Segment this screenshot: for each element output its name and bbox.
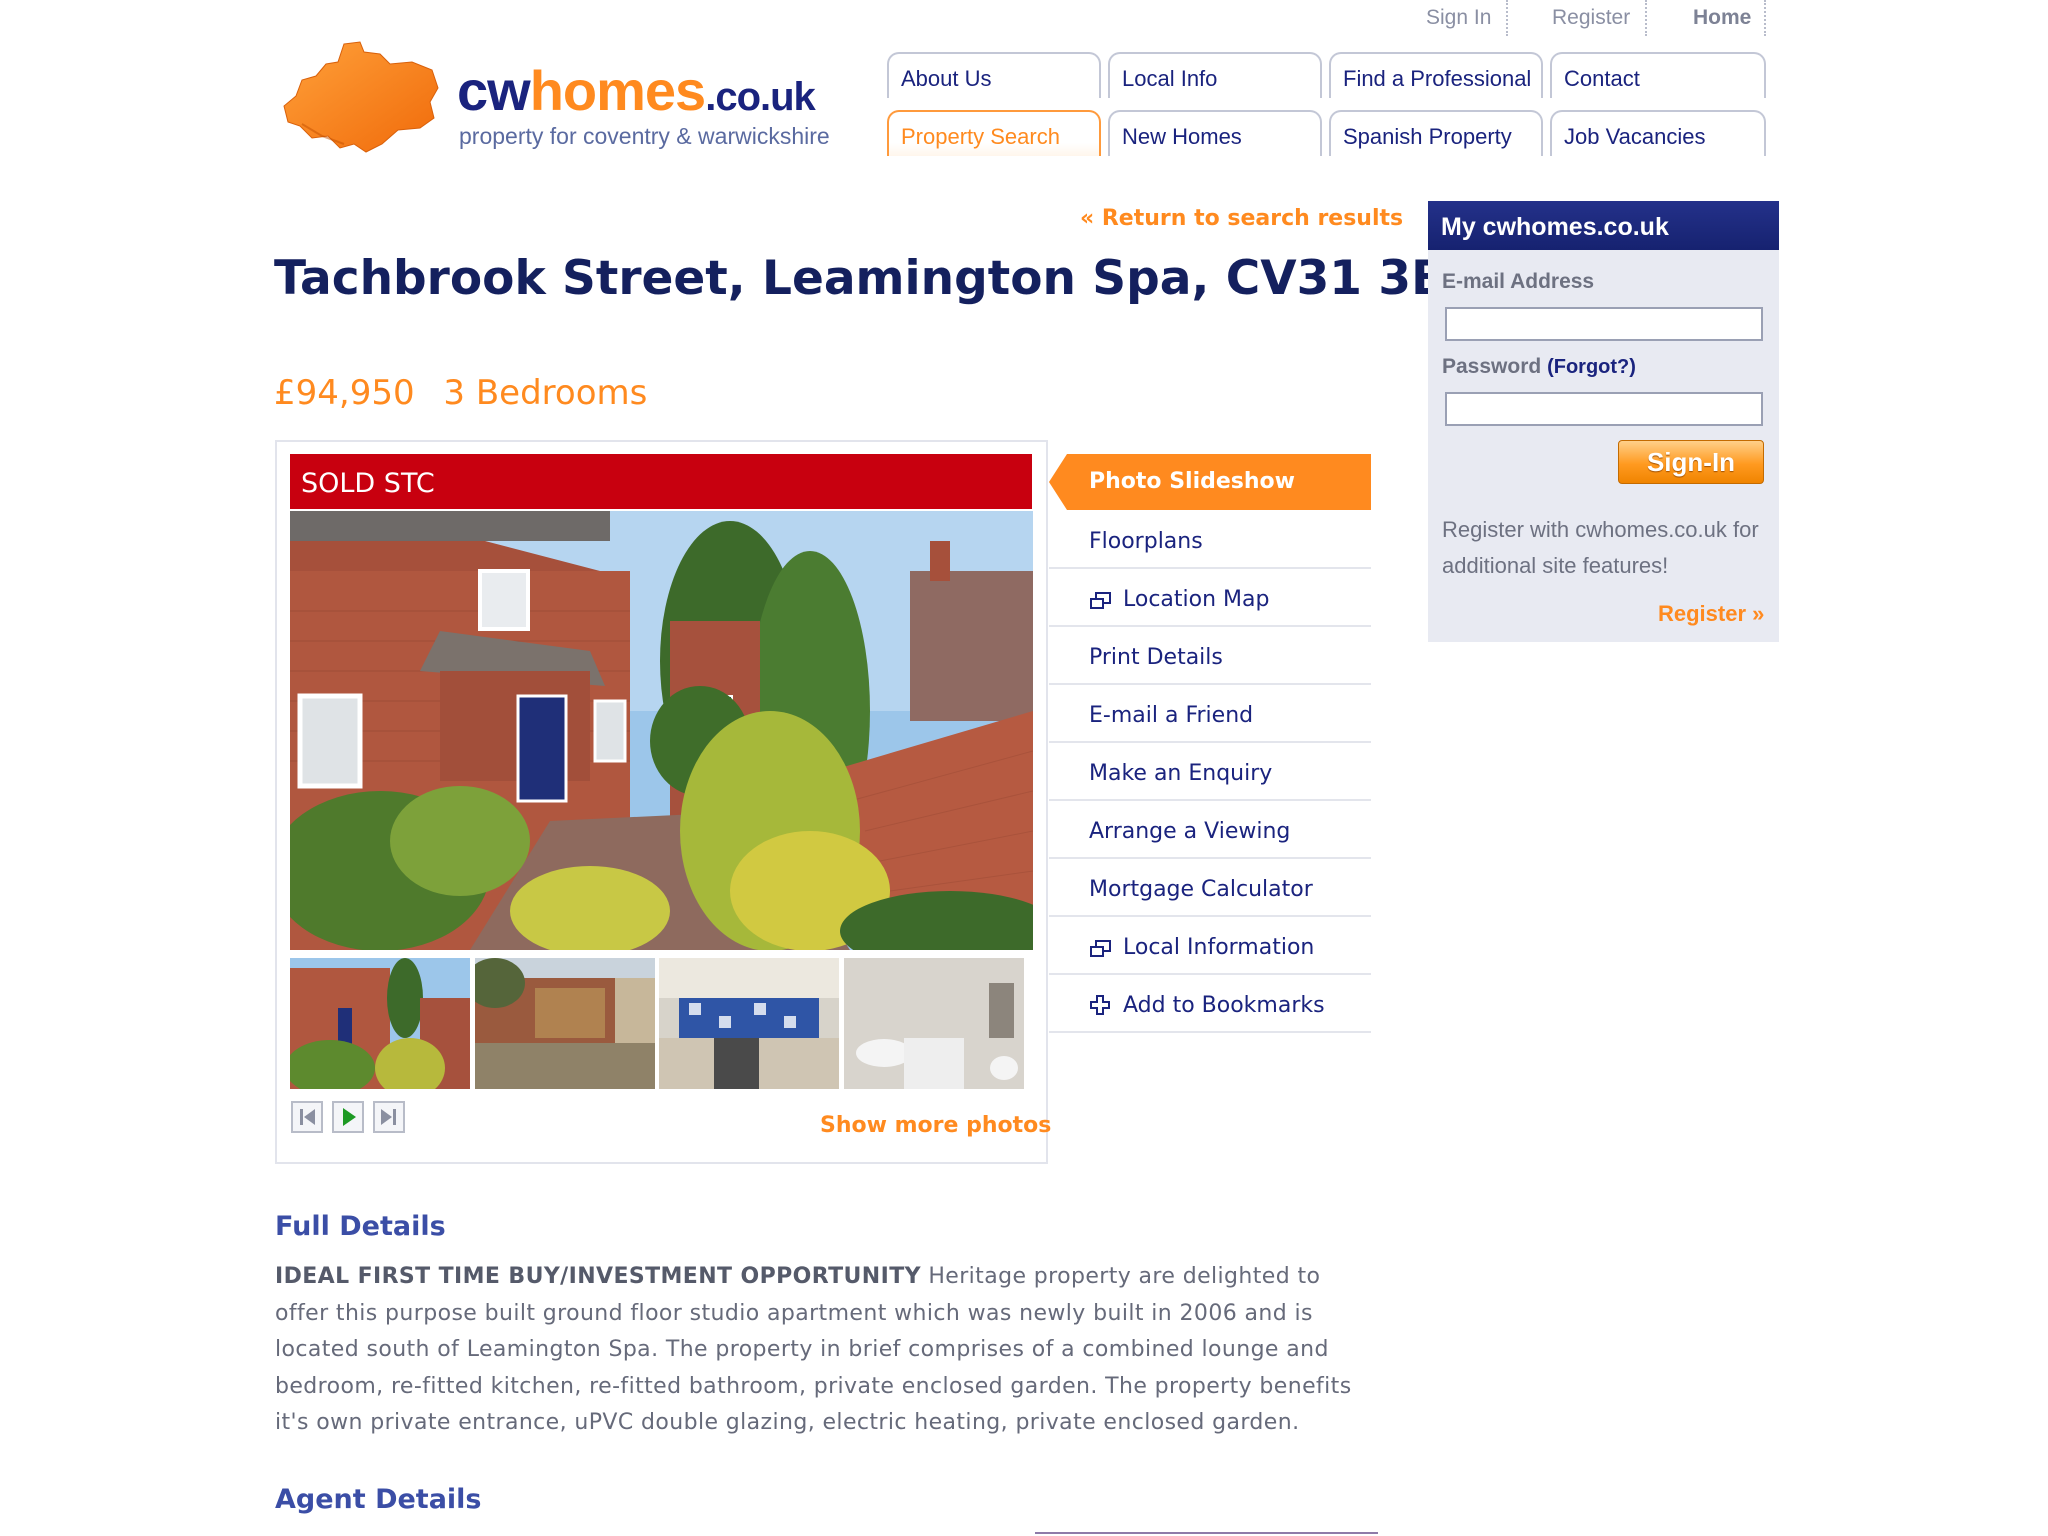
skip-forward-icon <box>381 1109 396 1125</box>
tab-spanish-property[interactable]: Spanish Property <box>1329 110 1543 156</box>
last-photo-button[interactable] <box>373 1101 405 1133</box>
thumbnail-bathroom <box>844 958 1024 1089</box>
forgot-password-link[interactable]: (Forgot?) <box>1547 356 1636 378</box>
thumbnail-house-front <box>290 958 470 1089</box>
main-property-photo[interactable] <box>290 511 1033 950</box>
popup-window-icon <box>1090 592 1111 609</box>
show-more-photos-link[interactable]: Show more photos <box>820 1113 1051 1138</box>
menu-make-enquiry[interactable]: Make an Enquiry <box>1049 744 1371 801</box>
property-price-line: £94,950 3 Bedrooms <box>274 373 647 413</box>
description-text: Heritage property are delighted to offer… <box>275 1264 1352 1435</box>
sold-stc-banner: SOLD STC <box>290 454 1032 509</box>
email-label: E-mail Address <box>1442 270 1595 293</box>
property-description: IDEAL FIRST TIME BUY/INVESTMENT OPPORTUN… <box>275 1259 1375 1442</box>
agent-details-heading: Agent Details <box>275 1484 482 1515</box>
register-link[interactable]: Register » <box>1658 601 1764 627</box>
property-title: Tachbrook Street, Leamington Spa, CV31 3… <box>274 251 1497 306</box>
logo-tld: .co.uk <box>705 75 816 119</box>
util-divider <box>1506 0 1508 36</box>
play-slideshow-button[interactable] <box>332 1101 364 1133</box>
menu-add-bookmarks[interactable]: Add to Bookmarks <box>1049 976 1371 1033</box>
util-divider <box>1645 0 1647 36</box>
house-photo-illustration <box>290 511 1033 950</box>
warwickshire-map-logo-icon <box>283 41 439 153</box>
thumbnail-2[interactable] <box>475 958 655 1089</box>
plus-icon <box>1090 995 1110 1015</box>
logo-wordmark[interactable]: cwhomes.co.uk <box>457 58 816 123</box>
menu-floorplans[interactable]: Floorplans <box>1049 512 1371 569</box>
description-lead: IDEAL FIRST TIME BUY/INVESTMENT OPPORTUN… <box>275 1264 921 1289</box>
thumbnail-kitchen <box>659 958 839 1089</box>
register-top-link[interactable]: Register <box>1552 6 1630 30</box>
thumbnail-1[interactable] <box>290 958 470 1089</box>
property-price: £94,950 <box>274 373 415 413</box>
menu-print-details[interactable]: Print Details <box>1049 628 1371 685</box>
site-logo[interactable] <box>282 40 442 160</box>
tab-new-homes[interactable]: New Homes <box>1108 110 1322 156</box>
logo-cw: cw <box>457 59 531 122</box>
return-to-results-link[interactable]: « Return to search results <box>1080 206 1403 231</box>
popup-window-icon <box>1090 940 1111 957</box>
property-bedrooms: 3 Bedrooms <box>443 373 648 413</box>
menu-location-map[interactable]: Location Map <box>1049 570 1371 627</box>
login-panel-heading: My cwhomes.co.uk <box>1428 201 1779 250</box>
tab-local-info[interactable]: Local Info <box>1108 52 1322 98</box>
sign-in-link[interactable]: Sign In <box>1426 6 1491 30</box>
tab-find-professional[interactable]: Find a Professional <box>1329 52 1543 98</box>
sign-in-button[interactable]: Sign-In <box>1618 440 1764 484</box>
tab-property-search[interactable]: Property Search <box>887 110 1101 156</box>
tab-contact[interactable]: Contact <box>1550 52 1766 98</box>
menu-location-map-label: Location Map <box>1123 587 1270 612</box>
thumbnail-3[interactable] <box>659 958 839 1089</box>
full-details-heading: Full Details <box>275 1211 446 1242</box>
util-divider <box>1764 0 1766 36</box>
menu-email-friend[interactable]: E-mail a Friend <box>1049 686 1371 743</box>
register-promo-text: Register with cwhomes.co.uk for addition… <box>1442 517 1759 578</box>
menu-add-bookmarks-label: Add to Bookmarks <box>1123 993 1325 1018</box>
first-photo-button[interactable] <box>291 1101 323 1133</box>
tab-job-vacancies[interactable]: Job Vacancies <box>1550 110 1766 156</box>
menu-local-information-label: Local Information <box>1123 935 1315 960</box>
password-field[interactable] <box>1445 392 1763 426</box>
menu-photo-slideshow-label: Photo Slideshow <box>1089 469 1295 494</box>
menu-mortgage-calculator[interactable]: Mortgage Calculator <box>1049 860 1371 917</box>
agent-box-top-border <box>1035 1532 1378 1534</box>
password-label: Password <box>1442 355 1542 378</box>
home-link[interactable]: Home <box>1693 6 1751 30</box>
menu-photo-slideshow[interactable]: Photo Slideshow <box>1049 454 1371 510</box>
tab-about-us[interactable]: About Us <box>887 52 1101 98</box>
thumbnail-garden <box>475 958 655 1089</box>
password-label-row: Password (Forgot?) <box>1442 355 1636 379</box>
logo-homes: homes <box>529 59 706 122</box>
skip-back-icon <box>300 1109 315 1125</box>
email-field[interactable] <box>1445 307 1763 341</box>
menu-local-information[interactable]: Local Information <box>1049 918 1371 975</box>
menu-arrange-viewing[interactable]: Arrange a Viewing <box>1049 802 1371 859</box>
logo-tagline: property for coventry & warwickshire <box>459 123 830 149</box>
thumbnail-4[interactable] <box>844 958 1024 1089</box>
play-icon <box>343 1108 356 1126</box>
